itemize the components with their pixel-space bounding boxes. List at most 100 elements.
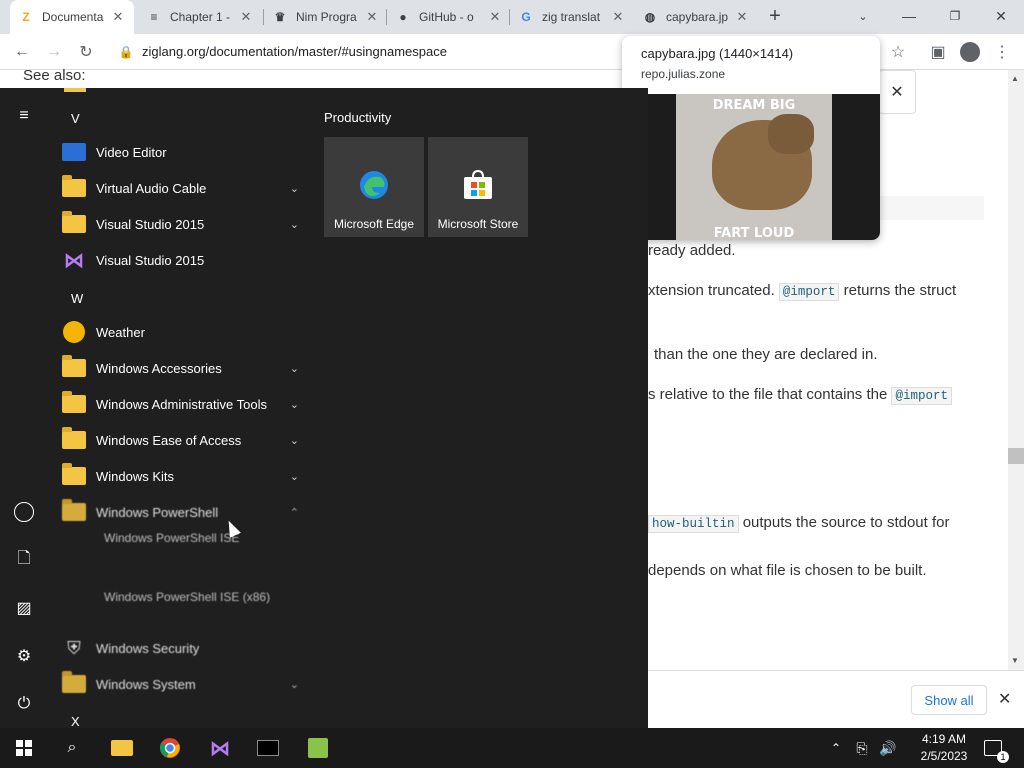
notification-center-icon[interactable]: 1 (978, 732, 1009, 764)
preview-domain: repo.julias.zone (641, 67, 726, 81)
app-visual-studio-folder[interactable]: Visual Studio 2015 ⌄ (62, 206, 307, 242)
meme-caption-top: DREAM BIG (712, 98, 796, 113)
code-show-builtin: how-builtin (648, 515, 739, 533)
chevron-down-icon: ⌄ (289, 434, 299, 447)
file-explorer-icon[interactable] (102, 732, 142, 764)
menu-kebab-icon[interactable]: ⋮ (988, 38, 1016, 66)
terminal-icon[interactable] (248, 732, 288, 764)
chevron-down-icon: ⌄ (289, 182, 299, 195)
close-window-button[interactable]: ✕ (978, 0, 1024, 32)
meme-caption-bottom: FART LOUD (713, 226, 795, 240)
tile-microsoft-edge[interactable]: Microsoft Edge (324, 137, 424, 237)
zig-logo-icon: Z (22, 10, 30, 24)
app-virtual-audio-cable[interactable]: Virtual Audio Cable ⌄ (62, 170, 307, 206)
start-menu: ≡ 🗋 ▨ ⚙ ⏻ V Video Editor Virtual Audio C… (0, 88, 648, 729)
doc-line: than the one they are declared in. (654, 346, 878, 363)
address-bar[interactable]: ziglang.org/documentation/master/#usingn… (142, 44, 447, 59)
app-powershell-ise-x86[interactable]: Windows PowerShell ISE (x86) (104, 590, 270, 604)
app-windows-ease-of-access[interactable]: Windows Ease of Access ⌄ (62, 422, 307, 458)
app-visual-studio[interactable]: ⋈ Visual Studio 2015 (62, 242, 307, 278)
folder-icon (62, 355, 86, 380)
app-windows-system[interactable]: Windows System ⌄ (62, 666, 307, 702)
volume-icon[interactable]: 🔊 (876, 732, 900, 764)
show-hidden-icons-chevron[interactable]: ⌃ (826, 732, 846, 764)
close-tab-icon[interactable]: ✕ (364, 9, 380, 25)
reload-button[interactable]: ↻ (72, 38, 100, 66)
profile-avatar[interactable] (956, 38, 984, 66)
chevron-down-icon: ⌄ (289, 678, 299, 691)
visual-studio-icon: ⋈ (64, 249, 84, 272)
store-icon (462, 169, 494, 201)
browser-tab-bar: Z Documenta ✕ ≡ Chapter 1 - ✕ ♛ Nim Prog… (0, 0, 1024, 34)
tab-nim[interactable]: ♛ Nim Progra ✕ (264, 0, 388, 34)
windows-start-icon[interactable] (4, 732, 44, 764)
document-lines-icon: ≡ (150, 10, 158, 24)
bookmark-star-icon[interactable]: ☆ (884, 38, 912, 66)
pictures-icon[interactable]: ▨ (12, 596, 36, 620)
close-tab-icon[interactable]: ✕ (238, 9, 254, 25)
scrollbar-thumb[interactable] (1008, 448, 1024, 464)
tab-hover-preview: capybara.jpg (1440×1414) repo.julias.zon… (622, 36, 880, 240)
restore-button[interactable]: ❐ (932, 0, 978, 32)
notification-count-badge: 1 (997, 751, 1009, 763)
folder-icon (62, 391, 86, 416)
edge-icon (358, 169, 390, 201)
preview-filename: capybara.jpg (1440×1414) (641, 46, 794, 61)
tab-google[interactable]: G zig translat ✕ (510, 0, 634, 34)
close-download-bar-icon[interactable]: ✕ (998, 689, 1011, 709)
letter-header-v[interactable]: V (71, 111, 80, 126)
app-windows-admin-tools[interactable]: Windows Administrative Tools ⌄ (62, 386, 307, 422)
chrome-icon[interactable] (150, 732, 190, 764)
close-tab-icon[interactable]: ✕ (110, 9, 126, 25)
code-import: @import (891, 387, 952, 405)
close-tab-icon[interactable]: ✕ (487, 9, 503, 25)
minimize-button[interactable]: — (886, 0, 932, 32)
tiles-group-header[interactable]: Productivity (324, 110, 391, 125)
chevron-up-icon: ⌃ (289, 506, 299, 519)
new-tab-button[interactable]: + (755, 0, 795, 32)
see-also-text: See also: (23, 67, 86, 84)
system-clock[interactable]: 4:19 AM 2/5/2023 (914, 731, 974, 765)
doc-line: xtension truncated. @import returns the … (648, 282, 957, 301)
lock-icon: 🔒 (118, 45, 134, 59)
letter-header-w[interactable]: W (71, 291, 83, 306)
chevron-down-icon: ⌄ (289, 398, 299, 411)
code-import: @import (778, 283, 840, 301)
tab-search-icon[interactable]: ⌄ (840, 0, 886, 32)
documents-icon[interactable]: 🗋 (12, 548, 36, 572)
search-icon[interactable]: ⌕ (52, 732, 92, 764)
app-windows-kits[interactable]: Windows Kits ⌄ (62, 458, 307, 494)
capybara-thumbnail: DREAM BIG FART LOUD (622, 94, 880, 240)
tab-capybara[interactable]: ◍ capybara.jp ✕ (634, 0, 758, 34)
app-windows-accessories[interactable]: Windows Accessories ⌄ (62, 350, 307, 386)
doc-line: ready added. (648, 242, 736, 259)
tab-documentation[interactable]: Z Documenta ✕ (10, 0, 134, 34)
chevron-down-icon: ⌄ (289, 218, 299, 231)
close-tab-icon[interactable]: ✕ (734, 9, 750, 25)
visual-studio-taskbar-icon[interactable]: ⋈ (200, 732, 240, 764)
hamburger-menu-icon[interactable]: ≡ (12, 104, 36, 128)
forward-button[interactable]: → (40, 38, 68, 66)
network-icon[interactable]: ⎘ (850, 732, 874, 764)
video-editor-icon (62, 140, 86, 164)
app-weather[interactable]: Weather (62, 314, 307, 350)
power-icon[interactable]: ⏻ (12, 692, 36, 716)
app-windows-security[interactable]: ⛨ Windows Security (62, 630, 307, 666)
tab-chapter1[interactable]: ≡ Chapter 1 - ✕ (138, 0, 262, 34)
page-scrollbar[interactable]: ▲ ▼ (1008, 70, 1024, 670)
letter-header-x[interactable]: X (71, 714, 80, 729)
side-panel-icon[interactable]: ▣ (924, 38, 952, 66)
app-powershell-ise[interactable]: Windows PowerShell ISE (104, 531, 239, 545)
tile-microsoft-store[interactable]: Microsoft Store (428, 137, 528, 237)
show-all-downloads-button[interactable]: Show all (911, 685, 987, 715)
back-button[interactable]: ← (8, 38, 36, 66)
close-tab-icon[interactable]: ✕ (610, 9, 626, 25)
tab-github[interactable]: ● GitHub - o ✕ (387, 0, 511, 34)
settings-gear-icon[interactable]: ⚙ (12, 644, 36, 668)
notepad-plus-icon[interactable] (298, 732, 338, 764)
close-popup-button[interactable]: ✕ (878, 70, 916, 114)
folder-icon (62, 671, 86, 696)
app-video-editor[interactable]: Video Editor (62, 134, 307, 170)
app-windows-powershell[interactable]: Windows PowerShell ⌃ (62, 494, 307, 530)
user-account-icon[interactable] (12, 500, 36, 524)
